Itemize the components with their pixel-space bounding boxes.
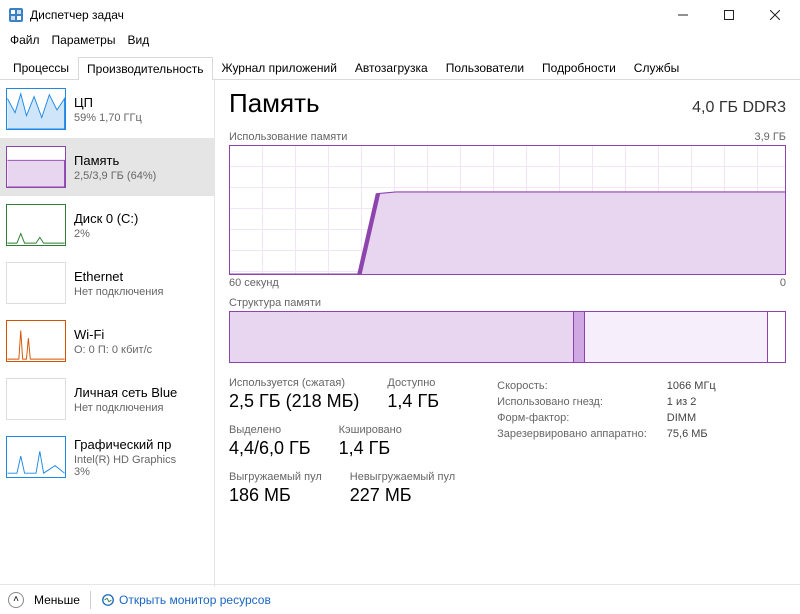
- sidebar-thumb: [6, 262, 66, 304]
- tab-users[interactable]: Пользователи: [437, 56, 533, 79]
- minimize-button[interactable]: [660, 0, 706, 30]
- sidebar-thumb: [6, 436, 66, 478]
- sidebar-item-2[interactable]: Диск 0 (C:) 2%: [0, 196, 214, 254]
- footer: ˄ Меньше Открыть монитор ресурсов: [0, 584, 800, 614]
- menubar: Файл Параметры Вид: [0, 30, 800, 50]
- nonpaged-value: 227 МБ: [350, 485, 455, 506]
- nonpaged-label: Невыгружаемый пул: [350, 471, 455, 483]
- tabs: Процессы Производительность Журнал прило…: [0, 50, 800, 80]
- cached-label: Кэшировано: [339, 424, 402, 436]
- memory-composition-bar: [229, 311, 786, 363]
- window-title: Диспетчер задач: [30, 8, 660, 22]
- sidebar-item-sub: Нет подключения: [74, 286, 163, 298]
- app-icon: [8, 7, 24, 23]
- tab-processes[interactable]: Процессы: [4, 56, 78, 79]
- sidebar-item-5[interactable]: Личная сеть Blue Нет подключения: [0, 370, 214, 428]
- sidebar-item-0[interactable]: ЦП 59% 1,70 ГГц: [0, 80, 214, 138]
- avail-label: Доступно: [387, 377, 439, 389]
- sidebar-item-title: Графический пр: [74, 437, 176, 452]
- chevron-up-icon[interactable]: ˄: [8, 592, 24, 608]
- main-panel: Память 4,0 ГБ DDR3 Использование памяти …: [215, 80, 800, 587]
- sidebar-item-3[interactable]: Ethernet Нет подключения: [0, 254, 214, 312]
- sidebar-item-sub: Intel(R) HD Graphics3%: [74, 454, 176, 478]
- paged-label: Выгружаемый пул: [229, 471, 322, 483]
- menu-options[interactable]: Параметры: [46, 31, 122, 49]
- sidebar-thumb: [6, 146, 66, 188]
- tab-startup[interactable]: Автозагрузка: [346, 56, 437, 79]
- composition-label: Структура памяти: [229, 297, 786, 309]
- sidebar-thumb: [6, 378, 66, 420]
- sidebar-item-sub: 2%: [74, 228, 138, 240]
- sidebar: ЦП 59% 1,70 ГГц Память 2,5/3,9 ГБ (64%) …: [0, 80, 215, 587]
- memory-details: Скорость:1066 МГц Использовано гнезд:1 и…: [495, 377, 718, 506]
- memory-usage-chart: [229, 145, 786, 275]
- sidebar-item-title: Память: [74, 153, 156, 168]
- sidebar-item-sub: Нет подключения: [74, 402, 177, 414]
- sidebar-thumb: [6, 88, 66, 130]
- sidebar-item-6[interactable]: Графический пр Intel(R) HD Graphics3%: [0, 428, 214, 486]
- usage-max: 3,9 ГБ: [754, 131, 786, 143]
- sidebar-item-sub: 2,5/3,9 ГБ (64%): [74, 170, 156, 182]
- tab-apphistory[interactable]: Журнал приложений: [213, 56, 346, 79]
- open-resmon-link[interactable]: Открыть монитор ресурсов: [101, 593, 271, 607]
- tab-performance[interactable]: Производительность: [78, 57, 212, 80]
- inuse-value: 2,5 ГБ (218 МБ): [229, 391, 359, 412]
- sidebar-item-title: Ethernet: [74, 269, 163, 284]
- inuse-label: Используется (сжатая): [229, 377, 359, 389]
- sidebar-item-title: ЦП: [74, 95, 142, 110]
- cached-value: 1,4 ГБ: [339, 438, 402, 459]
- close-button[interactable]: [752, 0, 798, 30]
- fewer-details-button[interactable]: Меньше: [34, 593, 80, 607]
- usage-label: Использование памяти: [229, 131, 347, 143]
- avail-value: 1,4 ГБ: [387, 391, 439, 412]
- sidebar-item-1[interactable]: Память 2,5/3,9 ГБ (64%): [0, 138, 214, 196]
- sidebar-item-4[interactable]: Wi-Fi О: 0 П: 0 кбит/с: [0, 312, 214, 370]
- sidebar-item-title: Диск 0 (C:): [74, 211, 138, 226]
- menu-view[interactable]: Вид: [121, 31, 155, 49]
- menu-file[interactable]: Файл: [4, 31, 46, 49]
- commit-value: 4,4/6,0 ГБ: [229, 438, 311, 459]
- sidebar-item-sub: 59% 1,70 ГГц: [74, 112, 142, 124]
- resmon-icon: [101, 593, 115, 607]
- sidebar-item-title: Wi-Fi: [74, 327, 152, 342]
- tab-services[interactable]: Службы: [625, 56, 688, 79]
- memory-spec: 4,0 ГБ DDR3: [692, 99, 786, 117]
- sidebar-item-title: Личная сеть Blue: [74, 385, 177, 400]
- maximize-button[interactable]: [706, 0, 752, 30]
- sidebar-thumb: [6, 204, 66, 246]
- sidebar-thumb: [6, 320, 66, 362]
- separator: [90, 591, 91, 609]
- titlebar: Диспетчер задач: [0, 0, 800, 30]
- xaxis-right: 0: [780, 277, 786, 289]
- sidebar-item-sub: О: 0 П: 0 кбит/с: [74, 344, 152, 356]
- commit-label: Выделено: [229, 424, 311, 436]
- xaxis-left: 60 секунд: [229, 277, 279, 289]
- page-title: Память: [229, 88, 320, 119]
- paged-value: 186 МБ: [229, 485, 322, 506]
- tab-details[interactable]: Подробности: [533, 56, 625, 79]
